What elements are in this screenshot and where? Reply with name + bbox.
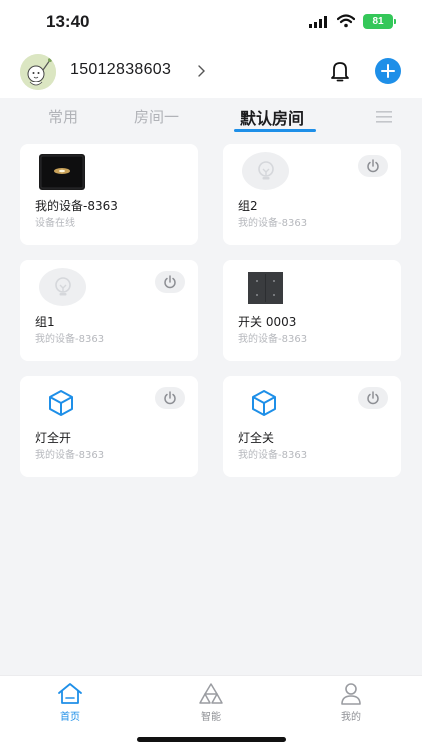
smart-icon xyxy=(199,683,223,704)
power-icon xyxy=(164,275,176,289)
cube-icon xyxy=(49,390,73,416)
device-name: 我的设备-8363 xyxy=(35,199,118,213)
wifi-icon xyxy=(337,14,355,28)
chevron-right-icon[interactable] xyxy=(196,64,206,78)
device-owner: 我的设备-8363 xyxy=(238,218,308,229)
device-owner: 我的设备-8363 xyxy=(238,450,308,461)
nav-smart-label: 智能 xyxy=(201,712,221,723)
room-tabs: 常用 房间一 默认房间 xyxy=(0,98,422,136)
scene-name: 灯全关 xyxy=(238,431,275,445)
group-card[interactable]: 组2 我的设备-8363 xyxy=(223,144,401,245)
power-button[interactable] xyxy=(155,271,185,293)
nav-home-label: 首页 xyxy=(60,712,80,723)
menu-icon[interactable] xyxy=(376,110,392,124)
battery-level: 81 xyxy=(372,16,384,27)
power-icon xyxy=(164,391,176,405)
switch-panel-photo xyxy=(248,272,283,304)
nav-home[interactable]: 首页 xyxy=(40,682,100,723)
device-owner: 我的设备-8363 xyxy=(238,334,308,345)
power-icon xyxy=(367,159,379,173)
bell-icon[interactable] xyxy=(329,59,351,83)
switch-card[interactable]: 开关 0003 我的设备-8363 xyxy=(223,260,401,361)
active-tab-indicator xyxy=(234,129,316,132)
add-button[interactable] xyxy=(375,58,401,84)
device-owner: 我的设备-8363 xyxy=(35,450,105,461)
status-time: 13:40 xyxy=(46,12,90,31)
group-card[interactable]: 组1 我的设备-8363 xyxy=(20,260,198,361)
avatar-illustration-icon xyxy=(20,54,56,90)
tab-common[interactable]: 常用 xyxy=(48,106,78,127)
tab-room-one[interactable]: 房间一 xyxy=(134,106,179,127)
nav-smart[interactable]: 智能 xyxy=(181,682,241,723)
tab-default-room[interactable]: 默认房间 xyxy=(240,105,304,129)
device-card[interactable]: 我的设备-8363 设备在线 xyxy=(20,144,198,245)
status-bar: 13:40 81 xyxy=(0,0,422,46)
profile-icon xyxy=(341,683,361,705)
device-photo xyxy=(39,154,85,190)
home-icon xyxy=(58,683,82,704)
nav-profile-label: 我的 xyxy=(341,712,361,723)
bulb-icon-container xyxy=(242,152,289,190)
cube-icon xyxy=(252,390,276,416)
device-name: 组1 xyxy=(35,315,55,329)
account-number[interactable]: 15012838603 xyxy=(70,61,171,79)
home-indicator xyxy=(137,737,286,742)
bulb-icon-container xyxy=(39,268,86,306)
power-button[interactable] xyxy=(155,387,185,409)
bulb-icon xyxy=(258,161,274,180)
device-status: 设备在线 xyxy=(35,218,75,229)
device-name: 开关 0003 xyxy=(238,315,297,329)
battery-indicator: 81 xyxy=(363,14,396,29)
device-owner: 我的设备-8363 xyxy=(35,334,105,345)
power-button[interactable] xyxy=(358,155,388,177)
scene-name: 灯全开 xyxy=(35,431,72,445)
power-button[interactable] xyxy=(358,387,388,409)
power-icon xyxy=(367,391,379,405)
header: 15012838603 xyxy=(0,46,422,98)
cellular-signal-icon xyxy=(309,16,327,28)
bulb-icon xyxy=(55,277,71,296)
scene-card[interactable]: 灯全关 我的设备-8363 xyxy=(223,376,401,477)
nav-profile[interactable]: 我的 xyxy=(321,682,381,723)
device-name: 组2 xyxy=(238,199,258,213)
scene-card[interactable]: 灯全开 我的设备-8363 xyxy=(20,376,198,477)
avatar[interactable] xyxy=(20,54,56,90)
